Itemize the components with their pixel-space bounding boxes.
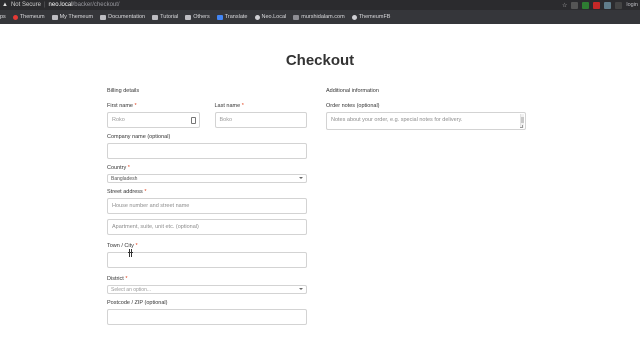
profile-label[interactable]: login	[626, 2, 638, 8]
bookmark-label: murshidalam.com	[301, 14, 345, 20]
warning-icon: ▲	[2, 2, 8, 8]
order-notes-field[interactable]: Notes about your order, e.g. special not…	[326, 112, 526, 130]
bookmark-neo-local[interactable]: Neo.Local	[254, 14, 287, 20]
folder-icon	[100, 14, 107, 20]
extension-icon[interactable]	[571, 1, 579, 9]
first-name-value: Roko	[112, 117, 125, 123]
street-line2-placeholder: Apartment, suite, unit etc. (optional)	[112, 224, 199, 230]
url-host[interactable]: neo.local	[49, 2, 73, 8]
country-value: Bangladesh	[111, 175, 138, 182]
extension-icon[interactable]	[582, 1, 590, 9]
url-separator: |	[43, 2, 46, 8]
bookmark-label: Others	[193, 14, 210, 20]
bookmarks-bar: ps Themeum My Themeum Documentation Tuto…	[0, 10, 640, 24]
required-marker: *	[135, 243, 138, 249]
browser-address-bar[interactable]: ▲ Not Secure | neo.local /backer/checkou…	[0, 0, 640, 10]
bookmark-label: ThemeumFB	[358, 14, 391, 20]
text-cursor-icon	[128, 249, 133, 257]
postcode-field[interactable]	[107, 309, 307, 325]
bookmark-label: Documentation	[108, 14, 146, 20]
bookmark-label: Neo.Local	[261, 14, 287, 20]
district-label: District *	[107, 276, 128, 282]
page-title: Checkout	[285, 52, 355, 69]
street-label: Street address *	[107, 189, 147, 195]
street-line1-placeholder: House number and street name	[112, 203, 190, 209]
facebook-icon	[351, 14, 357, 20]
street-line2-field[interactable]: Apartment, suite, unit etc. (optional)	[107, 219, 307, 235]
bookmark-apps[interactable]: ps	[0, 14, 6, 20]
extension-icon[interactable]	[593, 1, 601, 9]
required-marker: *	[134, 103, 137, 109]
bookmark-label: My Themeum	[59, 14, 94, 20]
required-marker: *	[125, 276, 128, 282]
bookmark-my-themeum[interactable]: My Themeum	[51, 14, 94, 20]
bookmark-murshidalam[interactable]: murshidalam.com	[293, 14, 345, 20]
order-notes-label: Order notes (optional)	[326, 103, 380, 109]
additional-heading: Additional information	[326, 88, 379, 94]
required-marker: *	[144, 189, 147, 195]
first-name-label: First name *	[107, 103, 137, 109]
url-path[interactable]: /backer/checkout/	[73, 2, 120, 8]
chevron-down-icon	[299, 288, 303, 290]
district-placeholder: Select an option...	[111, 286, 152, 293]
extension-icon[interactable]	[615, 1, 623, 9]
chevron-down-icon	[299, 177, 303, 179]
scrollbar-thumb[interactable]	[521, 117, 524, 123]
bookmark-label: Translate	[224, 14, 248, 20]
street-line1-field[interactable]: House number and street name	[107, 198, 307, 214]
bookmark-others[interactable]: Others	[185, 14, 210, 20]
country-select[interactable]: Bangladesh	[107, 174, 307, 183]
browser-extensions: ☆ login	[562, 0, 640, 10]
star-icon[interactable]: ☆	[562, 2, 567, 9]
order-notes-placeholder: Notes about your order, e.g. special not…	[331, 117, 463, 123]
postcode-label: Postcode / ZIP (optional)	[107, 300, 168, 306]
page-icon	[293, 14, 300, 20]
bookmark-label: Themeum	[19, 14, 45, 20]
autofill-icon[interactable]	[190, 117, 196, 124]
first-name-field[interactable]: Roko	[107, 112, 200, 128]
city-field[interactable]	[107, 252, 307, 268]
themeum-icon	[12, 14, 18, 20]
country-label: Country *	[107, 165, 130, 171]
bookmark-label: Tutorial	[160, 14, 179, 20]
translate-icon	[216, 14, 223, 20]
folder-icon	[185, 14, 192, 20]
checkout-page: Checkout Billing details First name * Ro…	[0, 24, 640, 360]
required-marker: *	[241, 103, 244, 109]
last-name-field[interactable]: Boko	[214, 112, 307, 128]
billing-details: Billing details First name * Roko Last n…	[107, 88, 307, 331]
bookmark-documentation[interactable]: Documentation	[100, 14, 145, 20]
bookmark-tutorial[interactable]: Tutorial	[152, 14, 178, 20]
page-icon	[254, 14, 260, 20]
bookmark-themeumfb[interactable]: ThemeumFB	[351, 14, 391, 20]
bookmark-label: ps	[0, 14, 6, 20]
folder-icon	[152, 14, 159, 20]
extension-icon[interactable]	[604, 1, 612, 9]
bookmark-themeum[interactable]: Themeum	[12, 14, 45, 20]
city-label: Town / City *	[107, 243, 138, 249]
company-field[interactable]	[107, 143, 307, 159]
additional-information: Additional information Order notes (opti…	[326, 88, 528, 130]
security-status[interactable]: Not Secure	[11, 2, 41, 8]
folder-icon	[51, 14, 58, 20]
last-name-label: Last name *	[214, 103, 244, 109]
billing-heading: Billing details	[107, 88, 140, 94]
resize-handle-icon[interactable]	[520, 125, 523, 128]
district-select[interactable]: Select an option...	[107, 285, 307, 294]
company-label: Company name (optional)	[107, 134, 171, 140]
bookmark-translate[interactable]: Translate	[216, 14, 248, 20]
required-marker: *	[127, 165, 130, 171]
last-name-value: Boko	[219, 117, 233, 123]
